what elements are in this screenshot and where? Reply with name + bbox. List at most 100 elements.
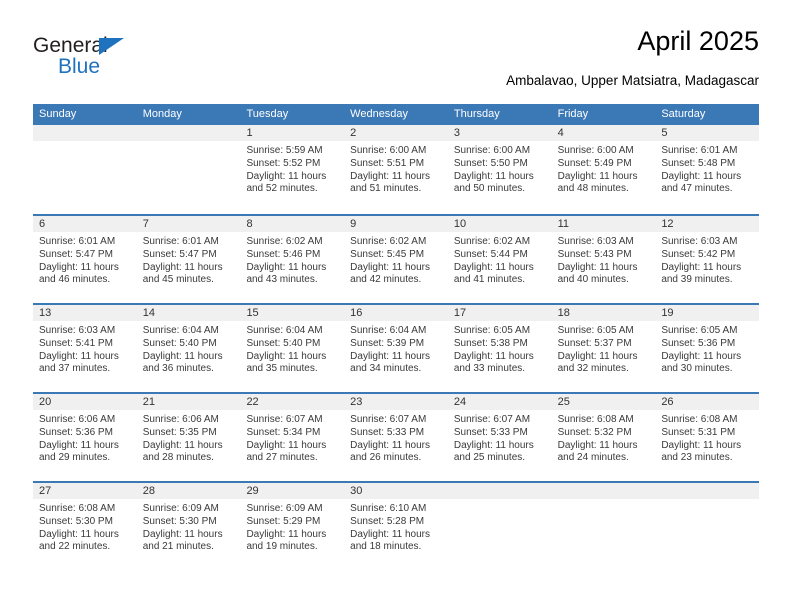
calendar-day-cell[interactable]: 10 Sunrise: 6:02 AM Sunset: 5:44 PM Dayligh… (447, 216, 552, 303)
day-info-line: and 24 minutes. (557, 452, 629, 464)
day-info-line: Sunrise: 6:05 AM (453, 325, 531, 336)
day-number: 4 (551, 125, 656, 141)
calendar-day-cell[interactable]: 9 Sunrise: 6:02 AM Sunset: 5:45 PM Daylight… (344, 216, 448, 303)
day-sun-info: Sunrise: 6:07 AM Sunset: 5:33 PM Daylight:… (448, 410, 552, 465)
day-info-line: and 34 minutes. (350, 363, 422, 375)
calendar-day-cell[interactable]: 7 Sunrise: 6:01 AM Sunset: 5:47 PM Daylight… (136, 216, 241, 303)
calendar-grid: Sunday Monday Tuesday Wednesday Thursday Frid… (33, 104, 760, 570)
day-number (655, 483, 760, 499)
day-info-line: Sunrise: 6:08 AM (661, 414, 738, 425)
calendar-day-cell[interactable]: 20 Sunrise: 6:06 AM Sunset: 5:36 PM Dayligh… (33, 394, 137, 481)
day-info-line: and 48 minutes. (557, 183, 629, 195)
calendar-day-cell[interactable]: 15 Sunrise: 6:04 AM Sunset: 5:40 PM Dayligh… (240, 305, 345, 392)
calendar-day-cell[interactable]: 6 Sunrise: 6:01 AM Sunset: 5:47 PM Daylight… (33, 216, 137, 303)
day-info-line: Sunset: 5:30 PM (142, 515, 217, 527)
day-number: 9 (344, 216, 448, 232)
day-info-line: Sunrise: 5:59 AM (246, 145, 323, 156)
calendar-day-cell[interactable]: 28 Sunrise: 6:09 AM Sunset: 5:30 PM Dayligh… (136, 483, 241, 570)
day-info-line: Sunrise: 6:03 AM (557, 236, 634, 247)
day-info-line: Daylight: 11 hours (350, 261, 431, 273)
page-title: April 2025 (637, 26, 759, 56)
calendar-day-cell[interactable]: 23 Sunrise: 6:07 AM Sunset: 5:33 PM Dayligh… (344, 394, 448, 481)
day-info-line: Sunset: 5:49 PM (557, 157, 632, 169)
day-info-line: Daylight: 11 hours (39, 439, 119, 451)
day-info-line: Sunset: 5:37 PM (557, 337, 632, 349)
calendar-day-cell[interactable]: 8 Sunrise: 6:02 AM Sunset: 5:46 PM Daylight… (240, 216, 345, 303)
day-info-line: Sunrise: 6:07 AM (350, 414, 427, 425)
calendar-day-cell[interactable]: 5 Sunrise: 6:01 AM Sunset: 5:48 PM Daylight… (655, 125, 760, 214)
day-number: 24 (447, 394, 552, 410)
day-info-line: Sunset: 5:38 PM (453, 337, 528, 349)
day-sun-info: Sunrise: 6:06 AM Sunset: 5:36 PM Daylight:… (33, 410, 137, 465)
day-info-line: Daylight: 11 hours (142, 528, 223, 540)
page-header: General Blue April 2025 Ambalavao, Upper… (33, 26, 759, 98)
calendar-day-cell[interactable]: 16 Sunrise: 6:04 AM Sunset: 5:39 PM Dayligh… (344, 305, 448, 392)
day-info-line: and 41 minutes. (453, 274, 526, 286)
day-info-line: and 32 minutes. (557, 363, 629, 375)
day-info-line: Sunset: 5:41 PM (39, 337, 113, 349)
calendar-week-row: 13 Sunrise: 6:03 AM Sunset: 5:41 PM Dayligh… (33, 303, 760, 392)
day-info-line: and 42 minutes. (350, 274, 422, 286)
calendar-day-cell[interactable]: 26 Sunrise: 6:08 AM Sunset: 5:31 PM Dayligh… (655, 394, 760, 481)
calendar-day-cell[interactable]: 27 Sunrise: 6:08 AM Sunset: 5:30 PM Dayligh… (33, 483, 137, 570)
calendar-day-cell[interactable]: 4 Sunrise: 6:00 AM Sunset: 5:49 PM Daylight… (551, 125, 656, 214)
day-sun-info: Sunrise: 6:09 AM Sunset: 5:30 PM Daylight:… (137, 499, 241, 554)
day-info-line: Sunrise: 6:08 AM (557, 414, 634, 425)
calendar-day-cell[interactable]: 1 Sunrise: 5:59 AM Sunset: 5:52 PM Daylight… (240, 125, 345, 214)
day-number (33, 125, 137, 141)
day-info-line: Daylight: 11 hours (350, 439, 431, 451)
day-info-line: Sunset: 5:47 PM (142, 248, 217, 260)
day-info-line: Sunrise: 6:02 AM (350, 236, 427, 247)
day-sun-info (33, 141, 137, 145)
weekday-header-row: Sunday Monday Tuesday Wednesday Thursday Frid… (33, 104, 759, 125)
day-number: 25 (551, 394, 656, 410)
calendar-day-cell[interactable]: 3 Sunrise: 6:00 AM Sunset: 5:50 PM Daylight… (447, 125, 552, 214)
calendar-day-cell[interactable]: 13 Sunrise: 6:03 AM Sunset: 5:41 PM Dayligh… (33, 305, 137, 392)
day-info-line: Daylight: 11 hours (661, 439, 742, 451)
calendar-day-cell[interactable]: 17 Sunrise: 6:05 AM Sunset: 5:38 PM Dayligh… (447, 305, 552, 392)
calendar-day-cell[interactable]: 12 Sunrise: 6:03 AM Sunset: 5:42 PM Dayligh… (655, 216, 760, 303)
day-info-line: Sunrise: 6:06 AM (39, 414, 116, 425)
calendar-day-cell[interactable]: 14 Sunrise: 6:04 AM Sunset: 5:40 PM Dayligh… (136, 305, 241, 392)
day-info-line: and 47 minutes. (661, 183, 733, 195)
day-info-line: Daylight: 11 hours (39, 350, 119, 362)
weekday-header-sunday: Sunday (39, 108, 77, 120)
day-info-line: Daylight: 11 hours (142, 261, 223, 273)
day-info-line: and 40 minutes. (557, 274, 629, 286)
day-number: 19 (655, 305, 760, 321)
day-sun-info: Sunrise: 6:00 AM Sunset: 5:49 PM Daylight:… (552, 141, 656, 196)
day-info-line: Daylight: 11 hours (39, 261, 119, 273)
day-sun-info: Sunrise: 6:02 AM Sunset: 5:46 PM Daylight:… (240, 232, 344, 287)
calendar-day-cell[interactable]: 29 Sunrise: 6:09 AM Sunset: 5:29 PM Dayligh… (240, 483, 345, 570)
day-info-line: Sunset: 5:36 PM (661, 337, 736, 349)
day-sun-info: Sunrise: 6:05 AM Sunset: 5:38 PM Daylight:… (448, 321, 552, 376)
calendar-day-cell[interactable]: 24 Sunrise: 6:07 AM Sunset: 5:33 PM Dayligh… (447, 394, 552, 481)
day-number: 30 (344, 483, 448, 499)
day-info-line: Daylight: 11 hours (142, 439, 223, 451)
day-info-line: Sunset: 5:35 PM (142, 426, 217, 438)
day-info-line: Sunset: 5:33 PM (453, 426, 528, 438)
calendar-day-cell[interactable]: 19 Sunrise: 6:05 AM Sunset: 5:36 PM Dayligh… (655, 305, 760, 392)
calendar-page: General Blue April 2025 Ambalavao, Upper… (0, 0, 792, 612)
calendar-day-cell[interactable]: 18 Sunrise: 6:05 AM Sunset: 5:37 PM Dayligh… (551, 305, 656, 392)
calendar-day-cell[interactable]: 25 Sunrise: 6:08 AM Sunset: 5:32 PM Dayligh… (551, 394, 656, 481)
day-sun-info: Sunrise: 6:05 AM Sunset: 5:36 PM Daylight:… (655, 321, 759, 376)
day-number: 2 (344, 125, 448, 141)
day-info-line: Sunset: 5:50 PM (453, 157, 528, 169)
day-info-line: Sunset: 5:33 PM (350, 426, 425, 438)
calendar-day-cell[interactable]: 30 Sunrise: 6:10 AM Sunset: 5:28 PM Dayligh… (344, 483, 448, 570)
day-info-line: Sunset: 5:36 PM (39, 426, 113, 438)
generalblue-logo: General Blue (33, 34, 163, 84)
day-info-line: Daylight: 11 hours (661, 350, 742, 362)
calendar-day-cell[interactable]: 21 Sunrise: 6:06 AM Sunset: 5:35 PM Dayligh… (136, 394, 241, 481)
day-sun-info (552, 499, 656, 503)
calendar-day-cell[interactable]: 2 Sunrise: 6:00 AM Sunset: 5:51 PM Daylight… (344, 125, 448, 214)
calendar-day-cell[interactable]: 11 Sunrise: 6:03 AM Sunset: 5:43 PM Dayligh… (551, 216, 656, 303)
calendar-day-cell[interactable]: 22 Sunrise: 6:07 AM Sunset: 5:34 PM Dayligh… (240, 394, 345, 481)
day-info-line: Sunrise: 6:01 AM (661, 145, 738, 156)
day-info-line: Sunrise: 6:09 AM (246, 503, 323, 514)
day-number: 1 (240, 125, 345, 141)
day-sun-info: Sunrise: 6:01 AM Sunset: 5:48 PM Daylight:… (655, 141, 759, 196)
day-info-line: and 50 minutes. (453, 183, 526, 195)
day-number (447, 483, 552, 499)
